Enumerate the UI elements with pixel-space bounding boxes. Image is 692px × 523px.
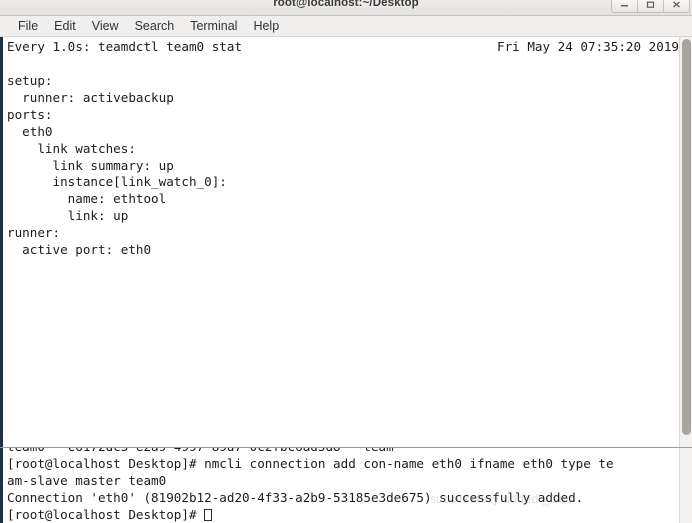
shell-prompt: [root@localhost Desktop]# (7, 506, 205, 522)
menu-edit[interactable]: Edit (46, 18, 84, 34)
menu-terminal[interactable]: Terminal (182, 18, 245, 34)
screen: root@localhost:~/Desktop File Edit View … (0, 0, 692, 523)
watch-header-row: Every 1.0s: teamdctl team0 stat Fri May … (7, 39, 691, 56)
minimize-button[interactable] (611, 0, 638, 13)
titlebar[interactable]: root@localhost:~/Desktop (0, 0, 692, 16)
close-button[interactable] (663, 0, 690, 13)
scrollbar-thumb[interactable] (682, 39, 691, 435)
menu-help[interactable]: Help (245, 18, 287, 34)
text-cursor (204, 508, 213, 521)
minimize-icon (621, 5, 628, 7)
terminal-window-shell: team0 c6172dc5-e2a9-4997-89d7-0c2fbc6ad5… (0, 447, 692, 523)
shell-scrollbar[interactable] (679, 448, 692, 523)
shell-lines: team0 c6172dc5-e2a9-4997-89d7-0c2fbc6ad5… (7, 448, 614, 505)
close-icon (673, 1, 680, 8)
terminal-window-watch: root@localhost:~/Desktop File Edit View … (0, 0, 692, 447)
window-title: root@localhost:~/Desktop (273, 0, 419, 9)
maximize-button[interactable] (637, 0, 664, 13)
menubar: File Edit View Search Terminal Help (0, 16, 692, 37)
menu-file[interactable]: File (10, 18, 46, 34)
watch-command: Every 1.0s: teamdctl team0 stat (7, 39, 243, 54)
watch-timestamp: Fri May 24 07:35:20 2019 (497, 39, 679, 54)
shell-output-area[interactable]: team0 c6172dc5-e2a9-4997-89d7-0c2fbc6ad5… (0, 448, 692, 523)
terminal-output-area[interactable]: Every 1.0s: teamdctl team0 stat Fri May … (0, 37, 692, 447)
maximize-icon (646, 1, 655, 8)
menu-search[interactable]: Search (127, 18, 183, 34)
shell-scrollback: team0 c6172dc5-e2a9-4997-89d7-0c2fbc6ad5… (7, 448, 614, 523)
menu-view[interactable]: View (84, 18, 127, 34)
teamdctl-stat-output: setup: runner: activebackup ports: eth0 … (7, 73, 227, 258)
terminal-scrollbar[interactable] (679, 37, 692, 447)
window-controls (611, 0, 690, 13)
